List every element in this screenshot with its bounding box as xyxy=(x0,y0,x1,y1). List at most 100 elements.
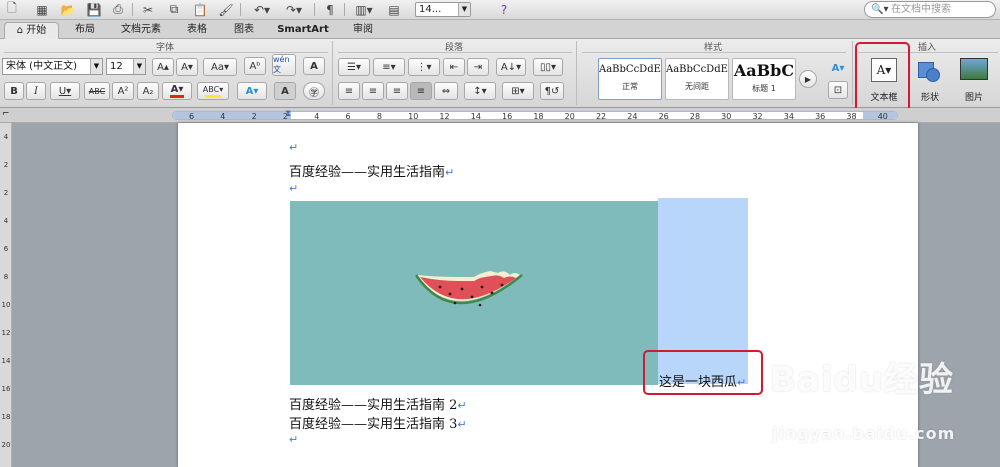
text-effects-button[interactable]: A▾ xyxy=(237,82,267,100)
justify-button[interactable]: ≡ xyxy=(410,82,432,100)
char-shading-button[interactable]: A xyxy=(274,82,296,100)
tab-smartart[interactable]: SmartArt xyxy=(269,22,337,39)
watermark-brand: Baidu经验 xyxy=(770,360,955,400)
enclosed-char-button[interactable]: ㊫ xyxy=(303,82,325,100)
paragraph-settings-button[interactable]: ¶↺ xyxy=(540,82,564,100)
paragraph-line-1[interactable]: 百度经验——实用生活指南↵ xyxy=(289,161,454,180)
numbering-button[interactable]: ≡▾ xyxy=(373,58,405,76)
bullets-button[interactable]: ☰▾ xyxy=(338,58,370,76)
sidebar-icon[interactable]: ▥▾ xyxy=(350,1,378,18)
style-no-spacing[interactable]: AaBbCcDdEe 无间距 xyxy=(665,58,729,100)
gallery-icon[interactable]: ▦ xyxy=(32,1,52,18)
indent-marker-icon[interactable]: ⧗ xyxy=(285,109,291,119)
borders-button[interactable]: ⊞▾ xyxy=(502,82,534,100)
tab-home[interactable]: ⌂ 开始 xyxy=(4,22,59,39)
tab-document-elements[interactable]: 文档元素 xyxy=(110,22,172,39)
font-size-value: 12 xyxy=(110,61,123,72)
font-color-bar xyxy=(170,95,184,98)
vruler-tick-label: 6 xyxy=(3,245,9,253)
watermelon-image[interactable] xyxy=(290,201,658,385)
style-sample: AaBbC xyxy=(733,61,795,80)
font-color-button[interactable]: A▾ xyxy=(162,82,192,100)
styles-pane-icon[interactable]: A▾ xyxy=(826,58,850,78)
grow-font-button[interactable]: A▴ xyxy=(152,58,174,76)
search-icon[interactable]: 🔍▾ xyxy=(871,2,888,17)
chevron-down-icon[interactable]: ▼ xyxy=(90,59,102,74)
cut-icon[interactable]: ✂ xyxy=(138,1,158,18)
zoom-field[interactable]: 14... ▼ xyxy=(415,2,471,17)
font-size-select[interactable]: 12 ▼ xyxy=(106,58,146,75)
chevron-down-icon[interactable]: ▼ xyxy=(133,59,145,74)
standard-toolbar: 🗋 ▦ 📂 💾 ⎙ ✂ ⧉ 📋 🖌 ↶▾ ↷▾ ¶ ▥▾ ▤ 14... ▼ ? … xyxy=(0,0,1000,20)
text-direction-icon[interactable]: ⊡ xyxy=(828,81,848,99)
align-left-button[interactable]: ≡ xyxy=(338,82,360,100)
highlight-button[interactable]: ABC▾ xyxy=(197,82,229,100)
gallery-view-icon[interactable]: ▤ xyxy=(384,1,404,18)
tab-review[interactable]: 审阅 xyxy=(340,22,386,39)
tab-layout[interactable]: 布局 xyxy=(62,22,108,39)
empty-paragraph[interactable]: ↵ xyxy=(289,181,298,196)
columns-button[interactable]: ▯▯▾ xyxy=(533,58,563,76)
ruler-tick-label: 4 xyxy=(220,112,226,121)
tab-tables[interactable]: 表格 xyxy=(175,22,219,39)
copy-icon[interactable]: ⧉ xyxy=(164,1,184,18)
paragraph-mark: ↵ xyxy=(289,182,299,195)
redo-icon[interactable]: ↷▾ xyxy=(280,1,308,18)
group-separator xyxy=(852,41,853,105)
bold-button[interactable]: B xyxy=(4,82,24,100)
horizontal-ruler[interactable]: ⌐ 6 4 2 2 4 6 8 10 12 14 16 18 20 22 24 26 28 30 32 34 36 38 4… xyxy=(0,108,1000,123)
change-case-button[interactable]: Aa▾ xyxy=(203,58,237,76)
ruler-tick-label: 28 xyxy=(689,112,701,121)
paragraph-line-2[interactable]: 百度经验——实用生活指南 2↵ xyxy=(289,394,467,413)
style-normal[interactable]: AaBbCcDdEe 正常 xyxy=(598,58,662,100)
tab-label: 开始 xyxy=(26,25,47,36)
print-icon[interactable]: ⎙ xyxy=(108,1,128,18)
increase-indent-button[interactable]: ⇥ xyxy=(467,58,489,76)
line-spacing-button[interactable]: ↕▾ xyxy=(464,82,496,100)
paragraph-mark: ↵ xyxy=(457,399,467,412)
decrease-indent-button[interactable]: ⇤ xyxy=(443,58,465,76)
empty-paragraph[interactable]: ↵ xyxy=(289,140,298,155)
tab-charts[interactable]: 图表 xyxy=(222,22,266,39)
new-doc-icon[interactable]: 🗋 xyxy=(2,1,22,18)
open-icon[interactable]: 📂 xyxy=(58,1,78,18)
font-name-value: 宋体 (中文正文) xyxy=(6,61,77,72)
superscript-button[interactable]: A² xyxy=(112,82,134,100)
tab-stop-icon[interactable]: ⌐ xyxy=(2,109,10,119)
shrink-font-button[interactable]: A▾ xyxy=(176,58,198,76)
sort-button[interactable]: A↓▾ xyxy=(496,58,526,76)
paragraph-line-3[interactable]: 百度经验——实用生活指南 3↵ xyxy=(289,413,467,432)
ruler-tick-label: 40 xyxy=(877,112,888,121)
ruler-tick-label: 18 xyxy=(533,112,544,121)
chevron-down-icon[interactable]: ▼ xyxy=(458,3,470,16)
vruler-tick-label: 10 xyxy=(1,301,11,309)
shape-button[interactable]: 形状 xyxy=(910,58,950,103)
undo-icon[interactable]: ↶▾ xyxy=(248,1,276,18)
font-name-select[interactable]: 宋体 (中文正文) ▼ xyxy=(2,58,103,75)
clear-format-button[interactable]: Aᵇ xyxy=(244,57,266,75)
italic-button[interactable]: I xyxy=(26,82,46,100)
underline-button[interactable]: U▾ xyxy=(50,82,80,100)
styles-more-button[interactable]: ▶ xyxy=(799,70,817,88)
distributed-button[interactable]: ⇔ xyxy=(434,82,458,100)
save-icon[interactable]: 💾 xyxy=(84,1,104,18)
subscript-button[interactable]: A₂ xyxy=(137,82,159,100)
paste-icon[interactable]: 📋 xyxy=(190,1,210,18)
align-center-button[interactable]: ≡ xyxy=(362,82,384,100)
search-input[interactable]: 🔍▾ 在文档中搜索 xyxy=(864,1,996,18)
phonetic-guide-button[interactable]: wén文 xyxy=(272,54,296,76)
char-border-button[interactable]: A xyxy=(303,57,325,75)
empty-paragraph[interactable]: ↵ xyxy=(289,432,298,447)
align-right-button[interactable]: ≡ xyxy=(386,82,408,100)
para-marks-icon[interactable]: ¶ xyxy=(320,1,340,18)
multilevel-list-button[interactable]: ⋮▾ xyxy=(408,58,440,76)
style-heading-1[interactable]: AaBbC 标题 1 xyxy=(732,58,796,100)
ruler-tick-label: 24 xyxy=(627,112,638,121)
annotation-highlight-textbox xyxy=(855,42,910,116)
help-icon[interactable]: ? xyxy=(494,1,514,18)
picture-button[interactable]: 图片 xyxy=(954,58,994,103)
vertical-ruler[interactable]: 4 2 2 4 6 8 10 12 14 16 18 20 xyxy=(0,123,12,467)
format-painter-icon[interactable]: 🖌 xyxy=(216,1,236,18)
vruler-tick-label: 14 xyxy=(1,357,11,365)
strikethrough-button[interactable]: ABC xyxy=(84,82,110,100)
